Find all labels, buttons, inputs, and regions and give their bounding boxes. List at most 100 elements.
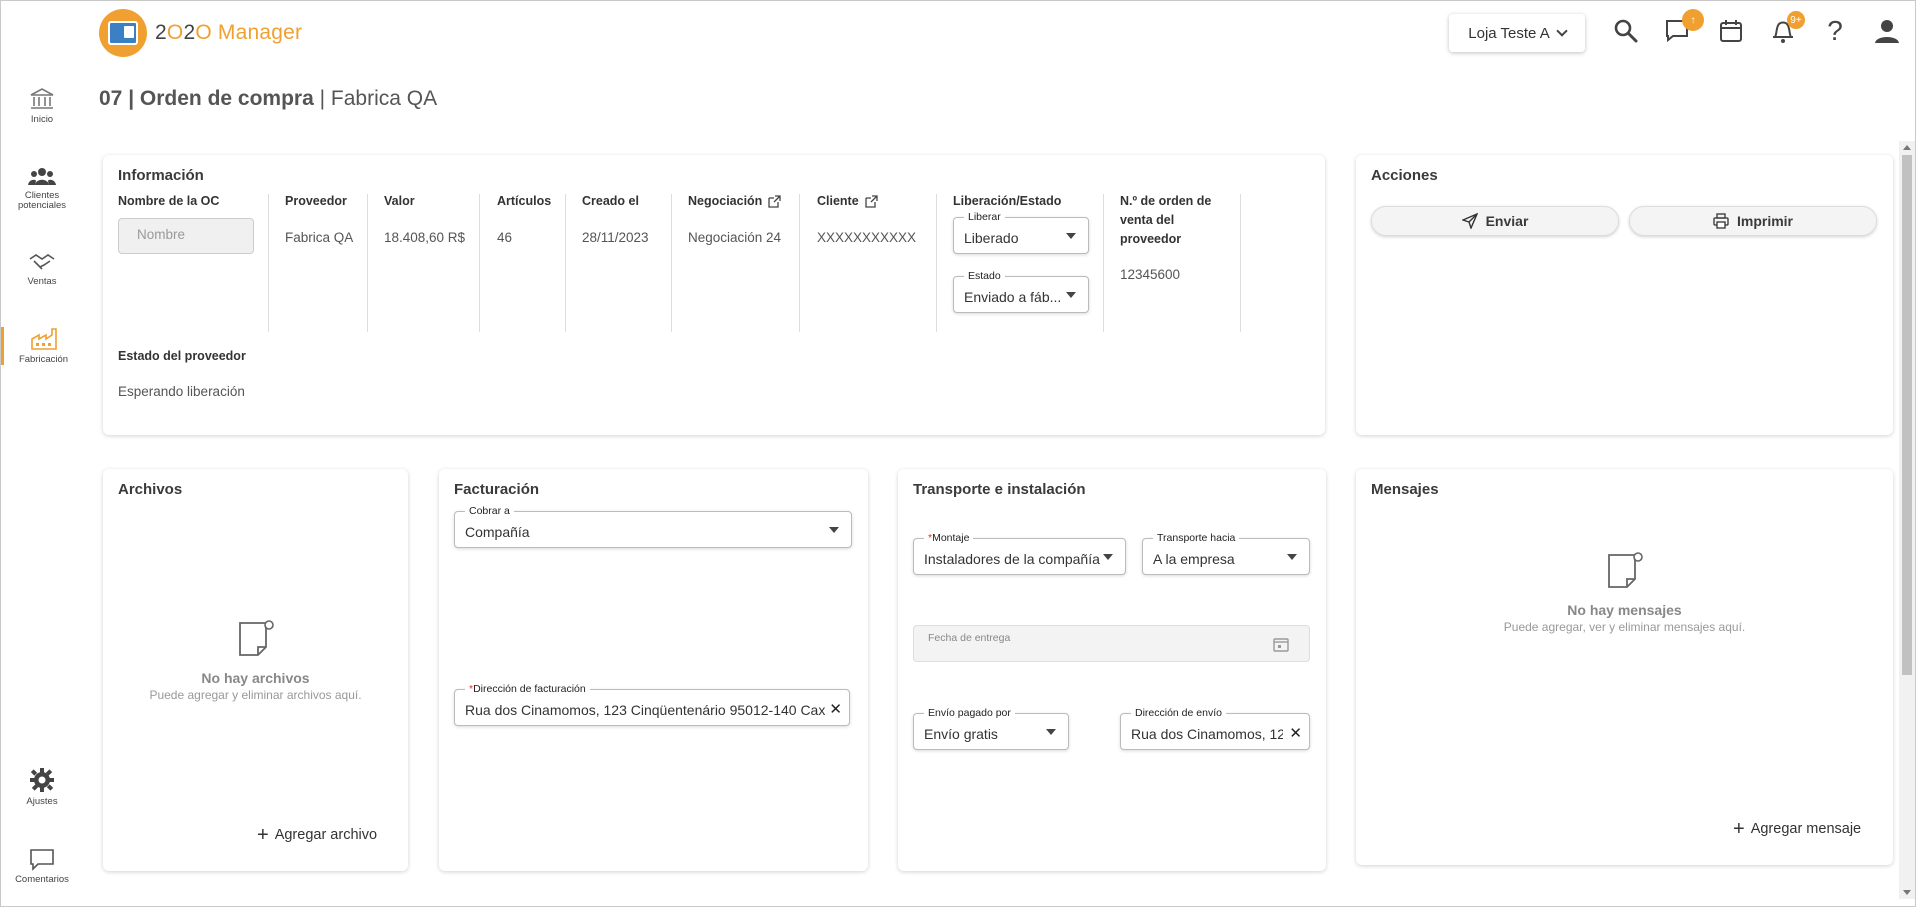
imprimir-button[interactable]: Imprimir [1629,206,1877,236]
logo-text: 2O2O Manager [155,21,303,44]
clear-icon[interactable]: ✕ [1289,724,1302,742]
estado-select[interactable]: Estado Enviado a fáb... [953,270,1089,313]
cliente-header: Cliente [817,192,878,211]
mensajes-card [1356,469,1893,865]
envio-pagado-label: Envío pagado por [924,707,1015,719]
comment-icon [30,849,54,871]
transporte-hacia-value: A la empresa [1153,551,1235,567]
liberar-value: Liberado [964,230,1019,246]
direccion-facturacion-value: Rua dos Cinamomos, 123 Cinqüentenário 95… [465,702,825,718]
clear-icon[interactable]: ✕ [829,700,842,718]
scroll-thumb[interactable] [1902,155,1912,675]
imprimir-label: Imprimir [1736,213,1793,229]
scroll-down-arrow[interactable] [1903,890,1911,895]
transporte-title: Transporte e instalación [913,481,1086,498]
estado-proveedor-value: Esperando liberación [118,384,245,399]
cliente-value[interactable]: XXXXXXXXXXX [817,230,916,245]
estado-value: Enviado a fáb... [964,289,1062,305]
app-logo[interactable]: 2O2O Manager [99,9,302,57]
chevron-down-icon [1556,25,1568,37]
store-selector-label: Loja Teste A [1468,24,1550,42]
agregar-archivo-label: Agregar archivo [274,827,378,843]
sidebar-item-inicio[interactable]: Inicio [1,87,83,125]
archivos-empty-sub: Puede agregar y eliminar archivos aquí. [149,688,362,702]
estado-label: Estado [964,270,1005,282]
sidebar-item-comentarios[interactable]: Comentarios [1,847,83,885]
page-scrollbar[interactable] [1899,141,1915,899]
agregar-mensaje-label: Agregar mensaje [1750,821,1862,837]
envio-pagado-select[interactable]: Envío pagado por Envío gratis [913,707,1069,750]
bank-icon [30,88,54,109]
articulos-value: 46 [497,230,513,245]
valor-label: Valor [384,194,415,208]
gear-icon [30,768,54,792]
liberacion-label: Liberación/Estado [953,194,1062,208]
empty-note-icon [1607,552,1643,588]
user-icon[interactable] [1871,15,1903,47]
sidebar-item-label: Ventas [27,276,57,287]
logo-mark [99,9,147,57]
plus-icon: + [257,824,269,846]
creado-value: 28/11/2023 [582,230,649,245]
liberar-label: Liberar [964,211,1005,223]
transporte-hacia-select[interactable]: Transporte hacia A la empresa [1142,532,1310,575]
orden-venta-label: N.º de orden de venta del proveedor [1120,194,1212,246]
info-column-divider [368,194,480,332]
help-icon[interactable]: ? [1819,15,1851,47]
info-column-divider [103,194,269,332]
negociacion-value[interactable]: Negociación 24 [688,230,781,245]
sidebar-item-clientes[interactable]: Clientes potenciales [1,167,83,212]
negociacion-header: Negociación [688,192,781,211]
cliente-label: Cliente [817,194,859,208]
info-column-divider [480,194,566,332]
envio-pagado-value: Envío gratis [924,726,998,742]
caret-down-icon [1046,729,1056,735]
upload-badge: ↑ [1682,9,1704,31]
fecha-entrega-label: Fecha de entrega [928,632,1011,644]
send-icon [1461,213,1478,229]
plus-icon: + [1733,818,1745,840]
chat-icon[interactable]: ↑ [1662,9,1704,47]
transporte-card [898,469,1326,871]
sidebar-item-ajustes[interactable]: Ajustes [1,767,83,807]
external-link-icon[interactable] [768,195,781,208]
scroll-up-arrow[interactable] [1903,145,1911,150]
people-icon [28,168,56,185]
montaje-select[interactable]: *Montaje Instaladores de la compañía [913,532,1126,575]
caret-down-icon [829,527,839,533]
sidebar-item-fabricacion[interactable]: Fabricación [1,327,83,366]
liberar-select[interactable]: Liberar Liberado [953,211,1089,254]
sidebar-item-ventas[interactable]: Ventas [1,251,83,287]
agregar-mensaje-button[interactable]: + Agregar mensaje [1733,818,1862,840]
acciones-title: Acciones [1371,167,1438,184]
external-link-icon[interactable] [865,195,878,208]
sidebar-item-label: Ajustes [26,796,58,807]
mensajes-empty-sub: Puede agregar, ver y eliminar mensajes a… [1503,620,1746,634]
agregar-archivo-button[interactable]: + Agregar archivo [257,824,378,846]
proveedor-value: Fabrica QA [285,230,354,245]
factory-icon [30,328,57,350]
direccion-facturacion-field[interactable]: *Dirección de facturación Rua dos Cinamo… [454,683,850,726]
fecha-entrega-field[interactable]: Fecha de entrega [913,625,1310,662]
archivos-empty-state: No hay archivos Puede agregar y eliminar… [118,619,393,702]
cobrar-select[interactable]: Cobrar a Compañía [454,505,852,548]
caret-down-icon [1066,292,1076,298]
sidebar-item-label: Fabricación [18,354,69,365]
cobrar-label: Cobrar a [465,505,514,517]
direccion-envio-label: Dirección de envío [1131,707,1226,719]
oc-name-input[interactable]: Nombre [118,218,254,254]
store-selector[interactable]: Loja Teste A [1449,14,1585,52]
enviar-button[interactable]: Enviar [1371,206,1619,236]
proveedor-label: Proveedor [285,194,347,208]
printer-icon [1713,213,1729,229]
transporte-hacia-label: Transporte hacia [1153,532,1240,544]
direccion-envio-field[interactable]: Dirección de envío Rua dos Cinamomos, 12… [1120,707,1310,750]
info-column-divider [800,194,937,332]
bell-icon[interactable]: 9+ [1767,11,1805,47]
mensajes-title: Mensajes [1371,481,1439,498]
articulos-label: Artículos [497,194,552,208]
caret-down-icon [1066,233,1076,239]
calendar-icon[interactable] [1273,636,1289,652]
calendar-icon[interactable] [1715,15,1747,47]
search-icon[interactable] [1610,15,1642,47]
